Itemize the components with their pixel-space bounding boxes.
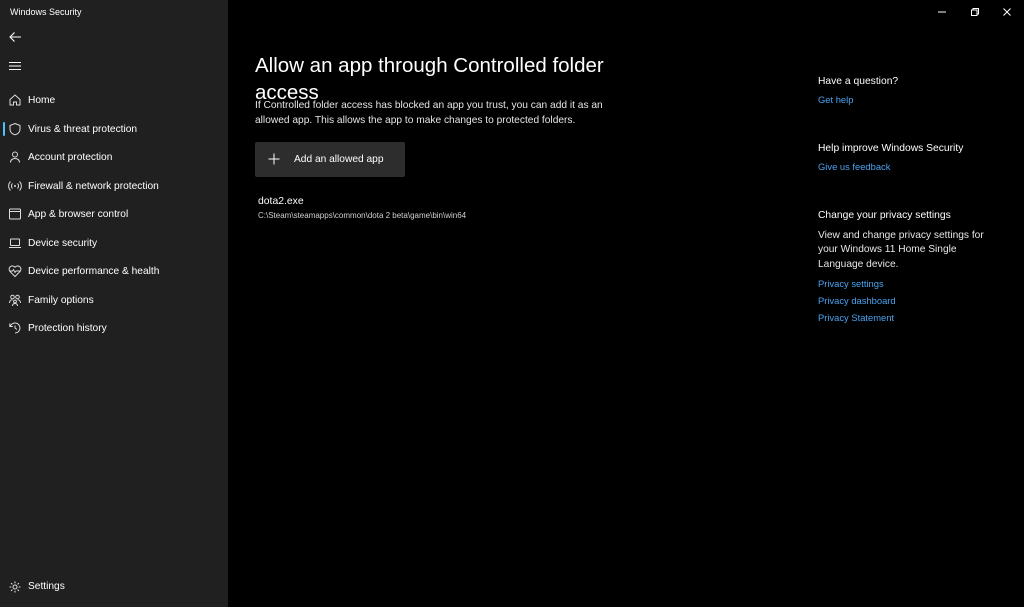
sidebar-item-label: Device security	[28, 237, 98, 249]
minimize-button[interactable]	[925, 0, 959, 24]
hamburger-menu-icon	[9, 62, 21, 70]
browser-window-icon	[9, 208, 21, 220]
page-title: Allow an app through Controlled folder a…	[255, 53, 604, 104]
sidebar-item-settings[interactable]: Settings	[0, 573, 228, 601]
heart-pulse-icon	[8, 265, 22, 278]
get-help-link[interactable]: Get help	[818, 94, 1008, 105]
feedback-heading: Help improve Windows Security	[818, 143, 964, 154]
sidebar-item-virus-threat-protection[interactable]: Virus & threat protection	[0, 115, 228, 144]
give-feedback-link[interactable]: Give us feedback	[818, 161, 1008, 172]
minimize-icon	[938, 11, 946, 13]
window-title: Windows Security	[10, 7, 82, 17]
close-icon	[1003, 8, 1011, 16]
privacy-settings-link[interactable]: Privacy settings	[818, 278, 1008, 289]
privacy-section: Change your privacy settings View and ch…	[818, 210, 1008, 323]
restore-icon	[971, 8, 979, 16]
sidebar-item-account-protection[interactable]: Account protection	[0, 143, 228, 172]
sidebar-item-label: Home	[28, 95, 56, 106]
sidebar-item-protection-history[interactable]: Protection history	[0, 314, 228, 343]
sidebar-item-label: Firewall & network protection	[28, 180, 159, 192]
sidebar-item-label: Protection history	[28, 323, 107, 334]
sidebar-item-label: Account protection	[28, 152, 113, 163]
menu-button[interactable]	[4, 55, 26, 77]
wireless-icon	[8, 180, 22, 191]
title-bar: Windows Security	[0, 0, 1024, 24]
back-button[interactable]	[4, 26, 26, 48]
help-heading: Have a question?	[818, 76, 899, 87]
laptop-icon	[9, 238, 21, 248]
privacy-statement-link[interactable]: Privacy Statement	[818, 312, 1008, 323]
history-icon	[9, 322, 21, 334]
page-description: If Controlled folder access has blocked …	[255, 100, 603, 126]
add-allowed-app-label: Add an allowed app	[294, 154, 384, 165]
shield-icon	[9, 122, 21, 135]
plus-icon	[268, 153, 280, 165]
sidebar-item-label: Device performance & health	[28, 266, 160, 277]
family-icon	[9, 294, 21, 306]
allowed-app-item[interactable]: dota2.exe C:\Steam\steamapps\common\dota…	[258, 196, 578, 226]
sidebar-item-firewall-network-protection[interactable]: Firewall & network protection	[0, 172, 228, 201]
sidebar-item-device-performance-health[interactable]: Device performance & health	[0, 257, 228, 286]
restore-button[interactable]	[958, 0, 992, 24]
sidebar-item-family-options[interactable]: Family options	[0, 286, 228, 315]
sidebar-item-app-browser-control[interactable]: App & browser control	[0, 200, 228, 229]
person-icon	[10, 151, 20, 163]
gear-icon	[9, 581, 21, 593]
sidebar-item-label: Virus & threat protection	[28, 123, 138, 135]
privacy-heading: Change your privacy settings	[818, 210, 951, 221]
allowed-app-path: C:\Steam\steamapps\common\dota 2 beta\ga…	[258, 211, 467, 220]
sidebar: Home Virus & threat protection Account p…	[0, 0, 228, 607]
sidebar-item-label: Family options	[28, 294, 94, 306]
add-allowed-app-button[interactable]: Add an allowed app	[255, 142, 405, 177]
sidebar-item-label: App & browser control	[28, 209, 129, 220]
feedback-section: Help improve Windows Security Give us fe…	[818, 143, 1008, 172]
selected-indicator	[3, 121, 5, 136]
sidebar-item-home[interactable]: Home	[0, 86, 228, 115]
privacy-dashboard-link[interactable]: Privacy dashboard	[818, 295, 1008, 306]
back-arrow-icon	[9, 32, 21, 42]
help-section: Have a question? Get help	[818, 76, 1008, 105]
sidebar-item-label: Settings	[28, 581, 65, 592]
privacy-description: View and change privacy settings for you…	[818, 230, 984, 270]
sidebar-nav: Home Virus & threat protection Account p…	[0, 86, 228, 343]
home-icon	[9, 94, 21, 106]
close-button[interactable]	[990, 0, 1024, 24]
sidebar-item-device-security[interactable]: Device security	[0, 229, 228, 258]
allowed-app-name: dota2.exe	[258, 196, 304, 207]
